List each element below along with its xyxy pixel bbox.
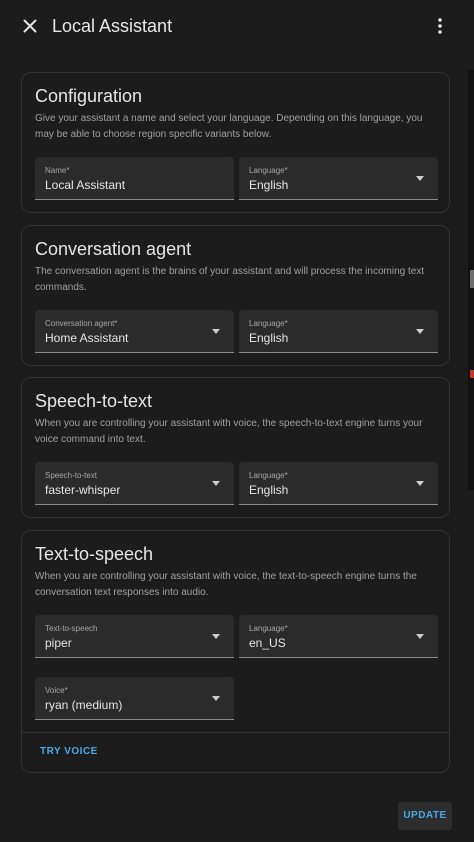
chevron-down-icon (416, 481, 424, 486)
background-mark (470, 270, 474, 288)
speech-to-text-value: faster-whisper (45, 483, 121, 497)
text-to-speech-select[interactable]: Text-to-speech piper (35, 615, 234, 658)
chevron-down-icon (212, 329, 220, 334)
dialog-title: Local Assistant (52, 16, 173, 36)
voice-select[interactable]: Voice* ryan (medium) (35, 677, 234, 720)
more-vert-icon[interactable] (428, 14, 452, 38)
chevron-down-icon (212, 634, 220, 639)
text-to-speech-title: Text-to-speech (35, 544, 154, 564)
text-to-speech-label: Text-to-speech (45, 624, 98, 633)
update-button[interactable]: UPDATE (398, 802, 452, 830)
language-label: Language* (249, 624, 288, 633)
voice-value: ryan (medium) (45, 698, 123, 712)
conversation-agent-description: The conversation agent is the brains of … (35, 266, 425, 293)
try-voice-button[interactable]: TRY VOICE (40, 746, 98, 757)
chevron-down-icon (212, 481, 220, 486)
text-to-speech-description: When you are controlling your assistant … (35, 571, 417, 598)
language-value: English (249, 483, 289, 497)
language-value: en_US (249, 636, 286, 650)
conversation-agent-value: Home Assistant (45, 331, 129, 345)
stt-language-select[interactable]: Language* English (239, 462, 438, 505)
language-value: English (249, 331, 289, 345)
text-to-speech-card: Text-to-speech When you are controlling … (21, 530, 450, 773)
chevron-down-icon (416, 634, 424, 639)
voice-label: Voice* (45, 686, 68, 695)
speech-to-text-card: Speech-to-text When you are controlling … (21, 377, 450, 518)
background-strip (468, 70, 474, 490)
conversation-agent-card: Conversation agent The conversation agen… (21, 225, 450, 366)
tts-language-select[interactable]: Language* en_US (239, 615, 438, 658)
card-divider (22, 732, 449, 733)
background-mark (470, 370, 474, 378)
configuration-language-select[interactable]: Language* English (239, 157, 438, 200)
name-field-label: Name* (45, 166, 70, 175)
conversation-agent-select[interactable]: Conversation agent* Home Assistant (35, 310, 234, 353)
conversation-language-select[interactable]: Language* English (239, 310, 438, 353)
configuration-title: Configuration (35, 86, 143, 106)
chevron-down-icon (416, 329, 424, 334)
configuration-description: Give your assistant a name and select yo… (35, 113, 423, 140)
chevron-down-icon (212, 696, 220, 701)
speech-to-text-description: When you are controlling your assistant … (35, 418, 423, 445)
language-value: English (249, 178, 289, 192)
dialog-header: Local Assistant (0, 0, 474, 52)
name-field-value: Local Assistant (45, 178, 126, 192)
chevron-down-icon (416, 176, 424, 181)
language-label: Language* (249, 319, 288, 328)
speech-to-text-select[interactable]: Speech-to-text faster-whisper (35, 462, 234, 505)
speech-to-text-label: Speech-to-text (45, 471, 98, 480)
configuration-card: Configuration Give your assistant a name… (21, 72, 450, 213)
speech-to-text-title: Speech-to-text (35, 391, 153, 411)
text-to-speech-value: piper (45, 636, 72, 650)
language-label: Language* (249, 471, 288, 480)
language-label: Language* (249, 166, 288, 175)
conversation-agent-title: Conversation agent (35, 239, 192, 259)
assistant-dialog: Local Assistant Configuration Give your … (0, 0, 474, 842)
conversation-agent-label: Conversation agent* (45, 319, 118, 328)
close-icon[interactable] (18, 14, 42, 38)
name-field[interactable]: Name* Local Assistant (35, 157, 234, 200)
